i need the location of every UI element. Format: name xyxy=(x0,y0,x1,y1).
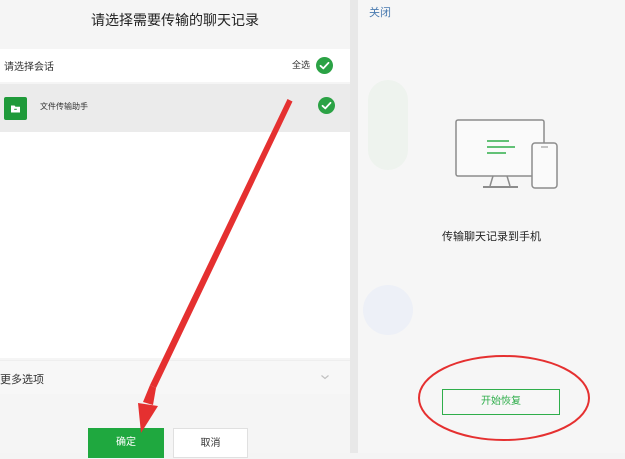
chat-checkbox[interactable] xyxy=(318,97,335,114)
transfer-panel: 关闭 传输聊天记录到手机 开始恢复 xyxy=(358,0,625,453)
blurred-background-shape xyxy=(368,80,408,170)
chat-selection-panel: 请选择需要传输的聊天记录 请选择会话 全选 文件传输助手 更多选项 确定 取消 xyxy=(0,0,350,458)
chat-name: 文件传输助手 xyxy=(40,102,88,111)
folder-icon xyxy=(4,97,27,120)
select-conversation-label: 请选择会话 xyxy=(4,62,54,73)
select-all-label[interactable]: 全选 xyxy=(292,58,310,71)
check-icon xyxy=(321,101,332,110)
panel-divider xyxy=(350,0,358,453)
computer-phone-icon xyxy=(455,119,558,189)
confirm-button[interactable]: 确定 xyxy=(88,428,164,458)
start-restore-button[interactable]: 开始恢复 xyxy=(442,389,560,415)
select-all-checkbox[interactable] xyxy=(316,57,333,74)
transfer-description: 传输聊天记录到手机 xyxy=(442,230,541,243)
blurred-background-shape xyxy=(363,285,413,335)
chat-list-item[interactable]: 文件传输助手 xyxy=(0,84,350,132)
close-link[interactable]: 关闭 xyxy=(369,4,391,20)
check-icon xyxy=(319,61,330,70)
chat-list-empty-area xyxy=(0,132,350,358)
select-conversation-header: 请选择会话 全选 xyxy=(0,49,350,82)
panel-title: 请选择需要传输的聊天记录 xyxy=(91,13,259,29)
cancel-button[interactable]: 取消 xyxy=(173,428,248,458)
chevron-down-icon xyxy=(321,375,329,380)
more-options-label: 更多选项 xyxy=(0,373,44,386)
more-options-row[interactable]: 更多选项 xyxy=(0,360,350,394)
